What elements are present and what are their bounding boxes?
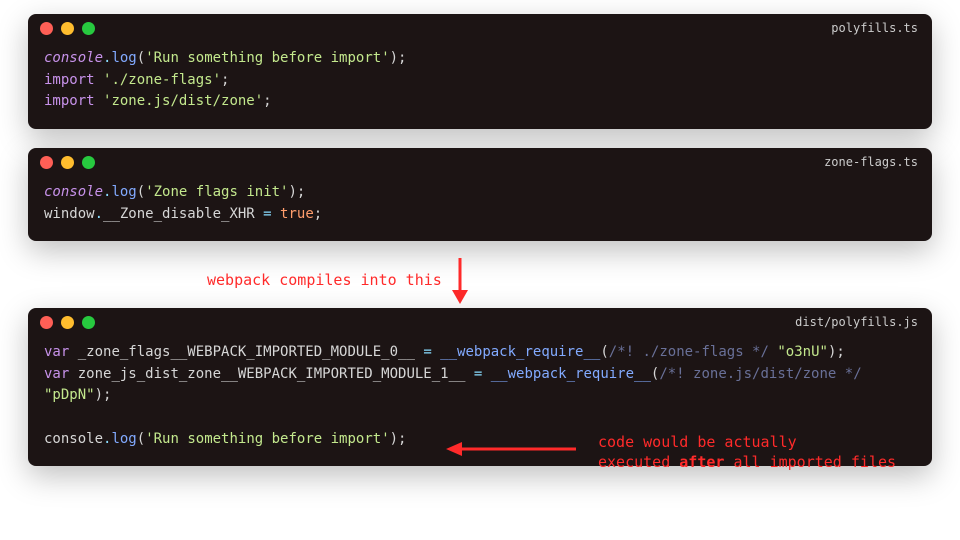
titlebar: dist/polyfills.js	[28, 308, 932, 336]
minimize-icon	[61, 316, 74, 329]
titlebar: zone-flags.ts	[28, 148, 932, 176]
zoom-icon	[82, 156, 95, 169]
titlebar: polyfills.ts	[28, 14, 932, 42]
code-block: console.log('Zone flags init'); window._…	[28, 176, 932, 241]
close-icon	[40, 22, 53, 35]
traffic-lights	[40, 316, 95, 329]
arrow-left-icon	[446, 441, 576, 461]
minimize-icon	[61, 156, 74, 169]
close-icon	[40, 156, 53, 169]
code-window-polyfills-ts: polyfills.ts console.log('Run something …	[28, 14, 932, 129]
traffic-lights	[40, 156, 95, 169]
close-icon	[40, 316, 53, 329]
traffic-lights	[40, 22, 95, 35]
filename-label: dist/polyfills.js	[795, 315, 918, 329]
zoom-icon	[82, 22, 95, 35]
filename-label: polyfills.ts	[831, 21, 918, 35]
annotation-execution-note: code would be actually executed after al…	[598, 432, 896, 473]
annotation-compile: webpack compiles into this	[207, 271, 442, 289]
code-window-zone-flags-ts: zone-flags.ts console.log('Zone flags in…	[28, 148, 932, 241]
minimize-icon	[61, 22, 74, 35]
zoom-icon	[82, 316, 95, 329]
filename-label: zone-flags.ts	[824, 155, 918, 169]
code-block: console.log('Run something before import…	[28, 42, 932, 129]
arrow-down-icon	[450, 258, 470, 308]
